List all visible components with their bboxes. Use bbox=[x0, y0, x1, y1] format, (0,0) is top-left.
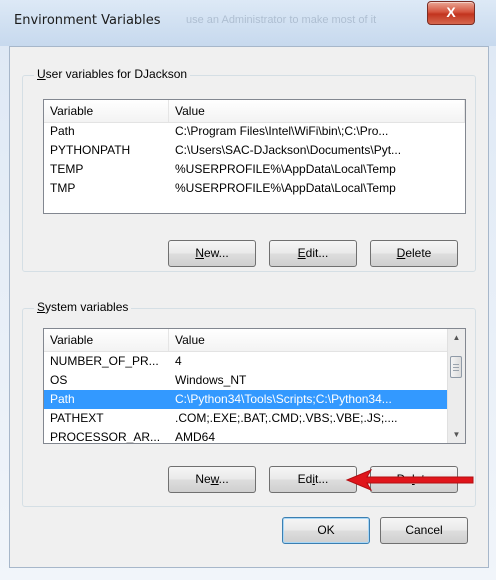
variable-value: %USERPROFILE%\AppData\Local\Temp bbox=[175, 162, 396, 176]
user-edit-button[interactable]: Edit... bbox=[269, 240, 357, 267]
variable-name: TMP bbox=[50, 181, 76, 195]
variable-name: NUMBER_OF_PR... bbox=[50, 354, 159, 368]
ok-button[interactable]: OK bbox=[282, 517, 370, 544]
user-delete-button[interactable]: Delete bbox=[370, 240, 458, 267]
user-variables-label: User variables for DJackson bbox=[34, 67, 191, 81]
list-item[interactable]: Path C:\Program Files\Intel\WiFi\bin\;C:… bbox=[44, 122, 465, 141]
column-header-variable[interactable]: Variable bbox=[44, 100, 169, 122]
variable-name: PROCESSOR_AR... bbox=[50, 430, 161, 444]
column-header-variable[interactable]: Variable bbox=[44, 329, 169, 351]
variable-value: C:\Program Files\Intel\WiFi\bin\;C:\Pro.… bbox=[175, 124, 389, 138]
system-edit-button[interactable]: Edit... bbox=[269, 466, 357, 493]
variable-name: TEMP bbox=[50, 162, 84, 176]
column-header-value[interactable]: Value bbox=[169, 329, 448, 351]
list-item[interactable]: TEMP %USERPROFILE%\AppData\Local\Temp bbox=[44, 160, 465, 179]
variable-name: PATHEXT bbox=[50, 411, 104, 425]
list-header: Variable Value bbox=[44, 329, 448, 352]
variable-value: Windows_NT bbox=[175, 373, 247, 387]
scroll-up-icon[interactable]: ▲ bbox=[448, 329, 465, 346]
variable-value: %USERPROFILE%\AppData\Local\Temp bbox=[175, 181, 396, 195]
list-item[interactable]: PROCESSOR_AR... AMD64 bbox=[44, 428, 448, 444]
variable-value: C:\Users\SAC-DJackson\Documents\Pyt... bbox=[175, 143, 402, 157]
title-bar[interactable]: Environment Variables use an Administrat… bbox=[0, 0, 496, 46]
list-item[interactable]: TMP %USERPROFILE%\AppData\Local\Temp bbox=[44, 179, 465, 198]
red-arrow-icon bbox=[345, 469, 474, 491]
list-item-selected[interactable]: Path C:\Python34\Tools\Scripts;C:\Python… bbox=[44, 390, 448, 409]
scrollbar-thumb[interactable] bbox=[450, 356, 462, 378]
variable-name: PYTHONPATH bbox=[50, 143, 131, 157]
list-item[interactable]: PATHEXT .COM;.EXE;.BAT;.CMD;.VBS;.VBE;.J… bbox=[44, 409, 448, 428]
list-item[interactable]: OS Windows_NT bbox=[44, 371, 448, 390]
system-variables-list[interactable]: Variable Value NUMBER_OF_PR... 4 OS Wind… bbox=[43, 328, 466, 444]
user-variables-list[interactable]: Variable Value Path C:\Program Files\Int… bbox=[43, 99, 466, 214]
variable-name: Path bbox=[50, 392, 75, 406]
list-item[interactable]: PYTHONPATH C:\Users\SAC-DJackson\Documen… bbox=[44, 141, 465, 160]
variable-value: C:\Python34\Tools\Scripts;C:\Python34... bbox=[175, 392, 392, 406]
close-icon: X bbox=[446, 4, 456, 20]
vertical-scrollbar[interactable]: ▲ ▼ bbox=[447, 329, 465, 443]
system-new-button[interactable]: New... bbox=[168, 466, 256, 493]
variable-value: 4 bbox=[175, 354, 182, 368]
column-header-value[interactable]: Value bbox=[169, 100, 465, 122]
variable-value: AMD64 bbox=[175, 430, 216, 444]
variable-name: OS bbox=[50, 373, 68, 387]
background-window-text: use an Administrator to make most of it bbox=[186, 14, 377, 26]
list-header: Variable Value bbox=[44, 100, 465, 123]
close-button[interactable]: X bbox=[427, 1, 475, 25]
list-item[interactable]: NUMBER_OF_PR... 4 bbox=[44, 352, 448, 371]
variable-value: .COM;.EXE;.BAT;.CMD;.VBS;.VBE;.JS;.... bbox=[175, 411, 398, 425]
cancel-button[interactable]: Cancel bbox=[380, 517, 468, 544]
user-new-button[interactable]: New... bbox=[168, 240, 256, 267]
window-title: Environment Variables bbox=[14, 13, 161, 28]
variable-name: Path bbox=[50, 124, 75, 138]
scroll-down-icon[interactable]: ▼ bbox=[448, 426, 465, 443]
system-variables-label: System variables bbox=[34, 300, 132, 314]
